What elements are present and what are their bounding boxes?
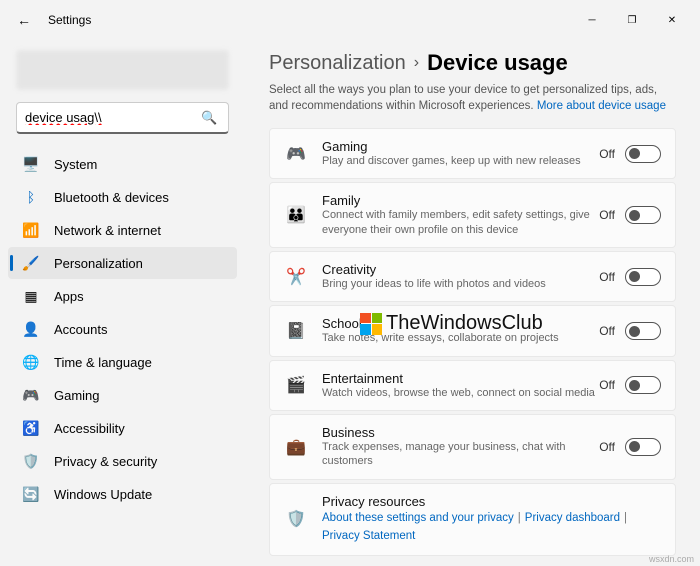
card-desc: Take notes, write essays, collaborate on… <box>322 331 599 345</box>
usage-card-family: 👪 FamilyConnect with family members, edi… <box>269 182 676 248</box>
card-title: Gaming <box>322 139 599 154</box>
toggle-state: Off <box>599 270 615 284</box>
business-icon: 💼 <box>284 435 308 459</box>
card-desc: Bring your ideas to life with photos and… <box>322 277 599 291</box>
apps-icon: ▦ <box>22 287 40 305</box>
personalization-icon: 🖌️ <box>22 254 40 272</box>
chevron-right-icon: › <box>414 54 419 72</box>
card-title: Entertainment <box>322 371 599 386</box>
nav-item-accounts[interactable]: 👤 Accounts <box>8 313 237 345</box>
time-icon: 🌐 <box>22 353 40 371</box>
card-title: Privacy resources <box>322 494 661 509</box>
nav-label: Time & language <box>54 355 152 370</box>
footer-text: wsxdn.com <box>649 554 694 564</box>
creativity-icon: ✂️ <box>284 265 308 289</box>
privacy-link-statement[interactable]: Privacy Statement <box>322 530 415 542</box>
card-title: Family <box>322 193 599 208</box>
nav-label: Apps <box>54 289 84 304</box>
toggle-business[interactable] <box>625 438 661 456</box>
usage-card-gaming: 🎮 GamingPlay and discover games, keep up… <box>269 128 676 179</box>
toggle-state: Off <box>599 378 615 392</box>
search-input[interactable] <box>25 110 201 125</box>
gaming-icon: 🎮 <box>22 386 40 404</box>
nav-label: Privacy & security <box>54 454 157 469</box>
main-content: Personalization › Device usage Select al… <box>245 40 700 566</box>
nav-label: Personalization <box>54 256 143 271</box>
toggle-entertainment[interactable] <box>625 376 661 394</box>
accounts-icon: 👤 <box>22 320 40 338</box>
page-title: Device usage <box>427 50 568 76</box>
privacy-link-about[interactable]: About these settings and your privacy <box>322 512 514 524</box>
search-box[interactable]: 🔍 <box>16 102 229 134</box>
card-title: School <box>322 316 599 331</box>
shield-icon: 🛡️ <box>284 507 308 531</box>
nav-label: Accounts <box>54 322 107 337</box>
card-desc: Play and discover games, keep up with ne… <box>322 154 599 168</box>
usage-card-school: 📓 SchoolTake notes, write essays, collab… <box>269 305 676 356</box>
update-icon: 🔄 <box>22 485 40 503</box>
card-title: Creativity <box>322 262 599 277</box>
wifi-icon: 📶 <box>22 221 40 239</box>
usage-card-entertainment: 🎬 EntertainmentWatch videos, browse the … <box>269 360 676 411</box>
toggle-state: Off <box>599 440 615 454</box>
search-input-text <box>25 109 201 127</box>
sidebar: 🔍 🖥️ System ᛒ Bluetooth & devices 📶 Network… <box>0 40 245 566</box>
nav-item-personalization[interactable]: 🖌️ Personalization <box>8 247 237 279</box>
toggle-state: Off <box>599 147 615 161</box>
window-controls: ─ ❐ ✕ <box>572 4 692 36</box>
nav-label: Network & internet <box>54 223 161 238</box>
card-desc: Connect with family members, edit safety… <box>322 208 599 237</box>
nav-label: Bluetooth & devices <box>54 190 169 205</box>
nav-item-gaming[interactable]: 🎮 Gaming <box>8 379 237 411</box>
nav-label: Gaming <box>54 388 100 403</box>
breadcrumb-parent[interactable]: Personalization <box>269 52 406 75</box>
toggle-creativity[interactable] <box>625 268 661 286</box>
card-title: Business <box>322 425 599 440</box>
nav-item-update[interactable]: 🔄 Windows Update <box>8 478 237 510</box>
toggle-state: Off <box>599 208 615 222</box>
profile-card[interactable] <box>16 50 229 90</box>
usage-card-creativity: ✂️ CreativityBring your ideas to life wi… <box>269 251 676 302</box>
titlebar: ← Settings ─ ❐ ✕ <box>0 0 700 40</box>
accessibility-icon: ♿ <box>22 419 40 437</box>
nav-item-network[interactable]: 📶 Network & internet <box>8 214 237 246</box>
nav-label: System <box>54 157 97 172</box>
maximize-button[interactable]: ❐ <box>612 4 652 36</box>
nav-item-system[interactable]: 🖥️ System <box>8 148 237 180</box>
gaming-icon: 🎮 <box>284 142 308 166</box>
nav-item-accessibility[interactable]: ♿ Accessibility <box>8 412 237 444</box>
nav-item-bluetooth[interactable]: ᛒ Bluetooth & devices <box>8 181 237 213</box>
entertainment-icon: 🎬 <box>284 373 308 397</box>
minimize-button[interactable]: ─ <box>572 4 612 36</box>
school-icon: 📓 <box>284 319 308 343</box>
close-button[interactable]: ✕ <box>652 4 692 36</box>
toggle-family[interactable] <box>625 206 661 224</box>
nav-item-time[interactable]: 🌐 Time & language <box>8 346 237 378</box>
breadcrumb: Personalization › Device usage <box>269 50 676 76</box>
toggle-school[interactable] <box>625 322 661 340</box>
window-title: Settings <box>48 13 91 27</box>
nav-label: Windows Update <box>54 487 152 502</box>
privacy-link-dashboard[interactable]: Privacy dashboard <box>525 512 620 524</box>
page-subtitle: Select all the ways you plan to use your… <box>269 82 676 114</box>
nav-list: 🖥️ System ᛒ Bluetooth & devices 📶 Network &… <box>8 148 237 510</box>
usage-card-business: 💼 BusinessTrack expenses, manage your bu… <box>269 414 676 480</box>
privacy-icon: 🛡️ <box>22 452 40 470</box>
search-icon: 🔍 <box>201 110 217 126</box>
nav-item-privacy[interactable]: 🛡️ Privacy & security <box>8 445 237 477</box>
more-about-link[interactable]: More about device usage <box>537 100 666 112</box>
toggle-state: Off <box>599 324 615 338</box>
bluetooth-icon: ᛒ <box>22 188 40 206</box>
nav-label: Accessibility <box>54 421 125 436</box>
toggle-gaming[interactable] <box>625 145 661 163</box>
family-icon: 👪 <box>284 203 308 227</box>
back-button[interactable]: ← <box>8 4 40 36</box>
card-desc: Watch videos, browse the web, connect on… <box>322 386 599 400</box>
card-desc: Track expenses, manage your business, ch… <box>322 440 599 469</box>
nav-item-apps[interactable]: ▦ Apps <box>8 280 237 312</box>
system-icon: 🖥️ <box>22 155 40 173</box>
privacy-resources-card: 🛡️ Privacy resources About these setting… <box>269 483 676 557</box>
